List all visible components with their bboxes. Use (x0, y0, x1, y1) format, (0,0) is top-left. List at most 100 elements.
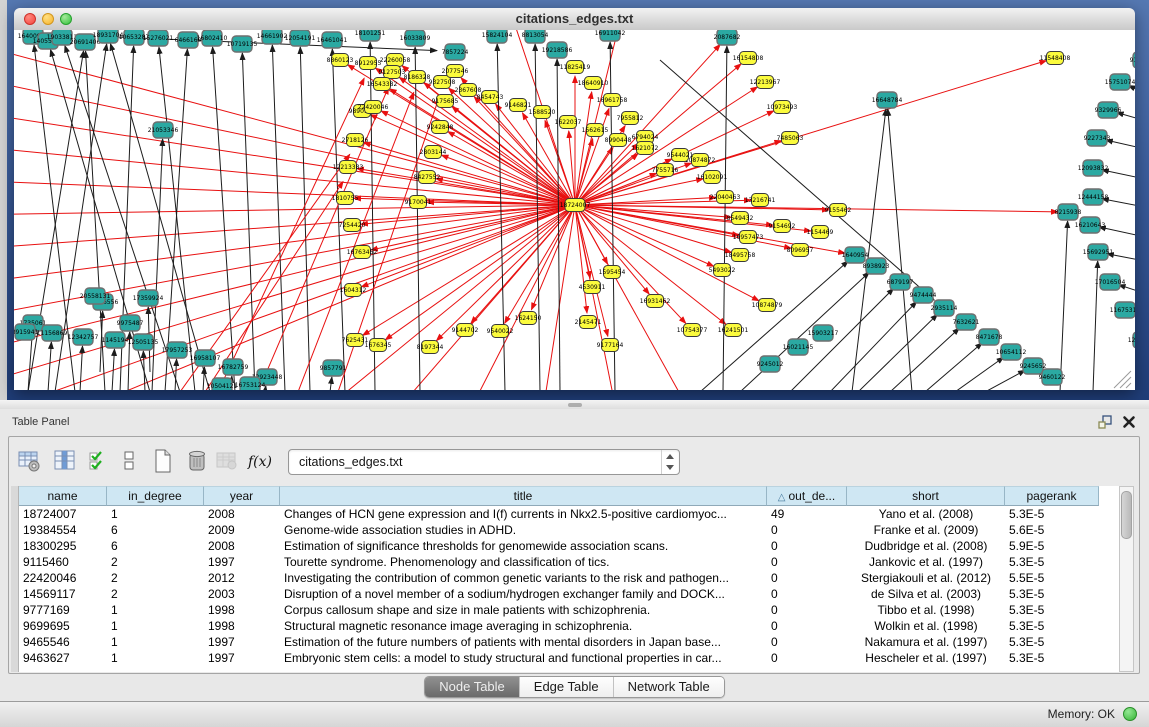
table-cell[interactable]: 9115460 (19, 554, 107, 570)
network-graph[interactable]: 1640095514055724190338122069140618931704… (14, 30, 1135, 390)
network-node[interactable]: 1640954 (842, 247, 869, 263)
table-cell[interactable]: 6 (107, 522, 204, 538)
network-node[interactable]: 8813054 (522, 30, 549, 43)
network-node[interactable]: 8860123 (327, 54, 354, 67)
network-node[interactable]: 9155462 (825, 204, 852, 217)
network-node[interactable]: 9146821 (505, 99, 532, 112)
table-cell[interactable]: Changes of HCN gene expression and I(f) … (280, 506, 767, 522)
zoom-window-button[interactable] (60, 13, 72, 25)
network-node[interactable]: 12342757 (68, 329, 99, 345)
network-edge[interactable] (300, 47, 310, 390)
network-node[interactable]: 17359924 (133, 290, 164, 306)
network-node[interactable]: 7632621 (953, 314, 980, 330)
table-cell[interactable]: 2003 (204, 586, 280, 602)
network-edge[interactable] (540, 205, 575, 390)
column-header-title[interactable]: title (280, 486, 767, 506)
network-node[interactable]: 11825419 (560, 61, 591, 74)
table-row[interactable]: 977716911998Corpus callosum shape and si… (19, 602, 1099, 618)
table-cell[interactable]: 1997 (204, 554, 280, 570)
table-row[interactable]: 1872400712008Changes of HCN gene express… (19, 506, 1099, 522)
network-node[interactable]: 1588520 (529, 106, 556, 119)
network-node[interactable]: 8990448 (605, 134, 632, 147)
table-cell[interactable]: 1997 (204, 634, 280, 650)
network-node[interactable]: 1622037 (555, 116, 582, 129)
network-edge[interactable] (380, 205, 575, 390)
network-node[interactable]: 15692951 (1083, 244, 1114, 260)
network-edge[interactable] (985, 370, 1025, 390)
network-edge[interactable] (14, 145, 575, 205)
network-node[interactable]: 16033809 (400, 30, 431, 46)
table-cell[interactable]: 18724007 (19, 506, 107, 522)
network-edge[interactable] (575, 179, 703, 205)
table-cell[interactable]: 1 (107, 650, 204, 666)
network-edge[interactable] (165, 49, 187, 390)
table-cell[interactable]: Estimation of the future numbers of pati… (280, 634, 767, 650)
import-table-button[interactable] (214, 448, 244, 476)
network-node[interactable]: 16154808 (733, 52, 764, 65)
minimize-window-button[interactable] (42, 13, 54, 25)
table-cell[interactable]: 1 (107, 634, 204, 650)
network-edge[interactable] (569, 131, 575, 205)
table-cell[interactable]: 19384554 (19, 522, 107, 538)
table-row[interactable]: 946362711997Embryonic stem cells: a mode… (19, 650, 1099, 666)
table-row[interactable]: 2242004622012Investigating the contribut… (19, 570, 1099, 586)
network-node[interactable]: 10874879 (752, 299, 783, 312)
network-edge[interactable] (242, 53, 255, 390)
network-node[interactable]: 16958107 (190, 350, 221, 366)
table-row[interactable]: 1456911722003Disruption of a novel membe… (19, 586, 1099, 602)
table-cell[interactable]: 2012 (204, 570, 280, 586)
table-cell[interactable]: 2 (107, 586, 204, 602)
network-node[interactable]: 9175685 (432, 95, 459, 108)
table-select-dropdown[interactable]: citations_edges.txt (288, 449, 680, 475)
network-node[interactable]: 8186328 (404, 71, 431, 84)
network-node[interactable]: 22260058 (380, 54, 411, 67)
panel-splitter[interactable] (0, 400, 1149, 409)
table-cell[interactable]: 2008 (204, 538, 280, 554)
table-cell[interactable]: 1997 (204, 650, 280, 666)
network-node[interactable]: 9460122 (1039, 369, 1066, 385)
table-cell[interactable]: 2 (107, 570, 204, 586)
network-node[interactable]: 9177164 (597, 339, 624, 352)
network-node[interactable]: 16931462 (640, 295, 671, 308)
network-node[interactable]: 9104511 (1130, 52, 1135, 68)
table-cell[interactable]: 5.3E-5 (1005, 650, 1099, 666)
dropdown-stepper-icon[interactable] (661, 450, 679, 474)
table-cell[interactable]: 0 (767, 570, 847, 586)
network-node[interactable]: 17957253 (162, 342, 193, 358)
network-node[interactable]: 8215938 (1055, 204, 1082, 220)
table-cell[interactable]: Corpus callosum shape and size in male p… (280, 602, 767, 618)
tab-node-table[interactable]: Node Table (425, 677, 520, 697)
table-cell[interactable]: 1998 (204, 618, 280, 634)
network-node[interactable]: 9154692 (769, 220, 796, 233)
network-node[interactable]: 15903217 (808, 325, 839, 341)
network-edge[interactable] (370, 115, 575, 205)
network-edge[interactable] (575, 205, 587, 313)
network-node[interactable]: 18495758 (725, 249, 756, 262)
network-node[interactable]: 10754377 (677, 324, 708, 337)
column-header-in_degree[interactable]: in_degree (107, 486, 204, 506)
network-node[interactable]: 1595454 (599, 266, 626, 279)
network-edge[interactable] (381, 111, 575, 205)
table-cell[interactable]: 2009 (204, 522, 280, 538)
network-node[interactable]: 1154469 (807, 226, 834, 239)
close-panel-icon[interactable] (1121, 414, 1137, 430)
table-row[interactable]: 946554611997Estimation of the future num… (19, 634, 1099, 650)
table-cell[interactable]: 1 (107, 602, 204, 618)
table-cell[interactable]: 1 (107, 618, 204, 634)
scrollbar-thumb[interactable] (1121, 491, 1132, 539)
table-cell[interactable]: Disruption of a novel member of a sodium… (280, 586, 767, 602)
network-node[interactable]: 9144702 (452, 324, 479, 337)
table-cell[interactable]: 0 (767, 634, 847, 650)
network-node[interactable]: 15751074 (1105, 74, 1135, 90)
table-cell[interactable]: 9463627 (19, 650, 107, 666)
column-header-short[interactable]: short (847, 486, 1005, 506)
table-row[interactable]: 969969511998Structural magnetic resonanc… (19, 618, 1099, 634)
network-node[interactable]: 16241501 (718, 324, 749, 337)
network-node[interactable]: 8197344 (417, 341, 444, 354)
table-cell[interactable]: de Silva et al. (2003) (847, 586, 1005, 602)
network-edge[interactable] (272, 45, 285, 390)
table-cell[interactable]: 5.9E-5 (1005, 538, 1099, 554)
table-cell[interactable]: 18300295 (19, 538, 107, 554)
network-node[interactable]: 9227343 (1084, 130, 1111, 146)
network-node[interactable]: 1621072 (632, 142, 659, 155)
